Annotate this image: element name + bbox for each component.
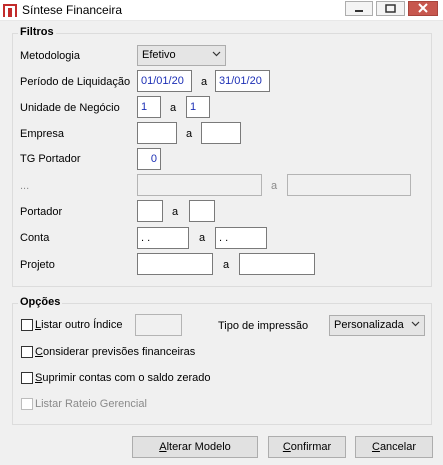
tg-portador-input[interactable]: 0 [137, 148, 161, 170]
empresa-from-input[interactable] [137, 122, 177, 144]
projeto-from-input[interactable] [137, 253, 213, 275]
unidade-to-input[interactable]: 1 [186, 96, 210, 118]
maximize-icon [385, 4, 396, 13]
tipo-impressao-label: Tipo de impressão [218, 320, 309, 332]
tipo-impressao-value: Personalizada [334, 319, 404, 331]
portador-sep: a [172, 206, 179, 218]
minimize-button[interactable] [345, 1, 373, 16]
conta-label: Conta [20, 232, 50, 244]
chevron-down-icon [411, 321, 420, 327]
considerar-previsoes-label: Considerar previsões financeiras [35, 346, 196, 358]
listar-rateio-label: Listar Rateio Gerencial [35, 398, 147, 410]
ellipsis-from-input [137, 174, 262, 196]
tipo-impressao-select[interactable]: Personalizada [329, 315, 425, 336]
alterar-modelo-button[interactable]: Alterar Modelo [132, 436, 258, 458]
chevron-down-icon [212, 51, 221, 57]
metodologia-label: Metodologia [20, 50, 80, 62]
listar-outro-indice-label: Listar outro Índice [35, 319, 123, 331]
projeto-to-input[interactable] [239, 253, 315, 275]
conta-from-input[interactable]: . . [137, 227, 189, 249]
unidade-from-input[interactable]: 1 [137, 96, 161, 118]
listar-outro-indice-checkbox[interactable] [21, 319, 33, 331]
unidade-label: Unidade de Negócio [20, 102, 120, 114]
portador-to-input[interactable] [189, 200, 215, 222]
outro-indice-input [135, 314, 182, 336]
listar-rateio-checkbox [21, 398, 33, 410]
ellipsis-label: ... [20, 180, 30, 192]
periodo-sep: a [201, 76, 208, 88]
minimize-icon [355, 10, 363, 12]
suprimir-contas-checkbox[interactable] [21, 372, 33, 384]
periodo-label: Período de Liquidação [20, 76, 131, 88]
options-title: Opções [18, 296, 63, 308]
portador-label: Portador [20, 206, 63, 218]
projeto-label: Projeto [20, 259, 55, 271]
ellipsis-sep: a [271, 180, 278, 192]
periodo-from-input[interactable]: 01/01/20 [137, 70, 192, 92]
ellipsis-to-input [287, 174, 411, 196]
window-title: Síntese Financeira [22, 3, 123, 17]
periodo-to-input[interactable]: 31/01/20 [215, 70, 270, 92]
title-bar: Síntese Financeira [0, 0, 443, 21]
empresa-label: Empresa [20, 128, 65, 140]
unidade-sep: a [170, 102, 177, 114]
conta-sep: a [199, 232, 206, 244]
confirmar-button[interactable]: Confirmar [268, 436, 346, 458]
projeto-sep: a [223, 259, 230, 271]
maximize-button[interactable] [376, 1, 405, 16]
considerar-previsoes-checkbox[interactable] [21, 346, 33, 358]
filters-title: Filtros [18, 26, 56, 38]
metodologia-value: Efetivo [142, 49, 176, 61]
suprimir-contas-label: Suprimir contas com o saldo zerado [35, 372, 211, 384]
close-button[interactable] [408, 1, 438, 16]
empresa-to-input[interactable] [201, 122, 241, 144]
empresa-sep: a [186, 128, 193, 140]
portador-from-input[interactable] [137, 200, 163, 222]
conta-to-input[interactable]: . . [215, 227, 267, 249]
cancelar-button[interactable]: Cancelar [355, 436, 433, 458]
tg-portador-label: TG Portador [20, 153, 81, 165]
metodologia-select[interactable]: Efetivo [137, 45, 226, 66]
app-icon [3, 4, 17, 17]
close-icon [418, 3, 428, 13]
